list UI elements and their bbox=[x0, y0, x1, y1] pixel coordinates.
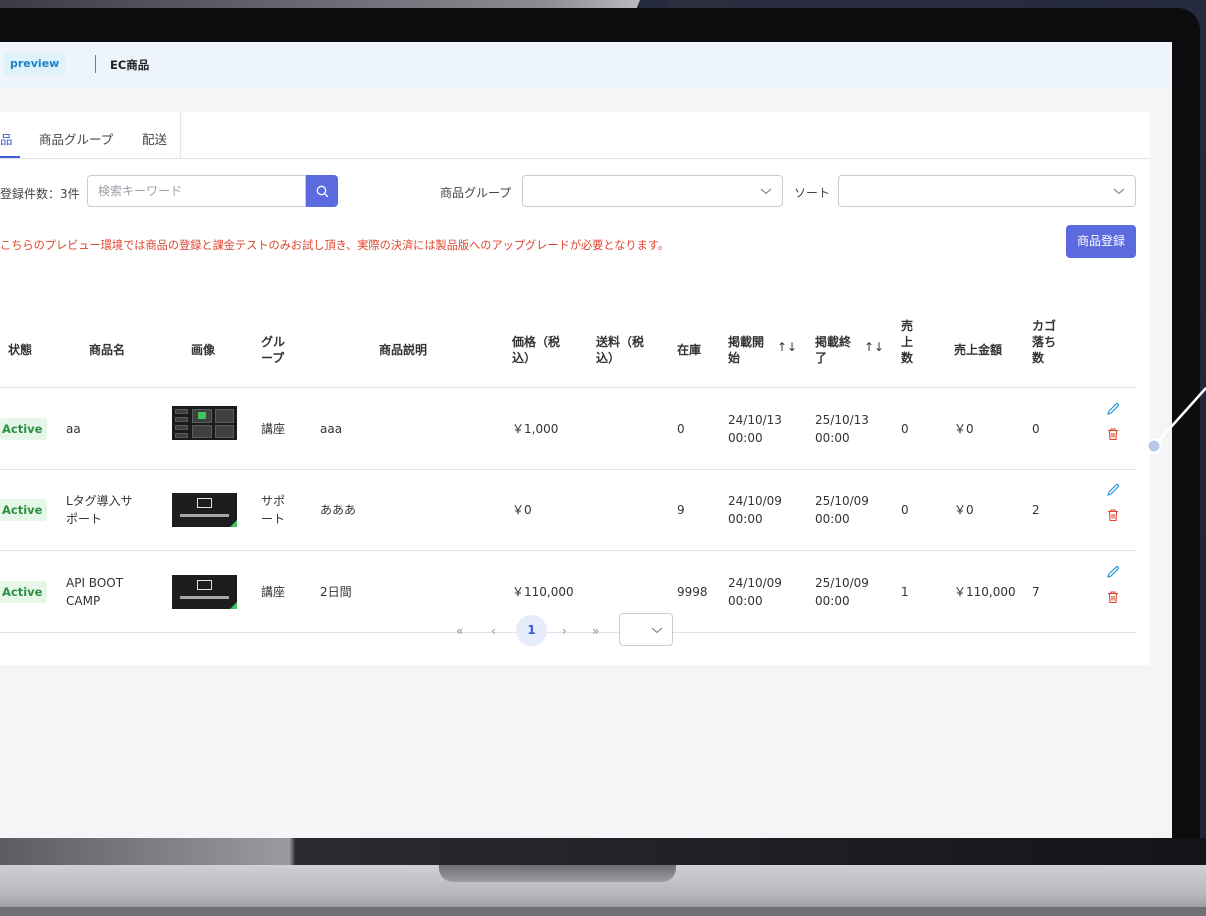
product-group: サポ ート bbox=[261, 494, 286, 526]
trash-icon[interactable] bbox=[1106, 508, 1120, 522]
status-badge: Active bbox=[0, 499, 48, 521]
column-start[interactable]: 掲載開 始 bbox=[728, 334, 764, 366]
current-page[interactable]: 1 bbox=[516, 615, 547, 646]
sort-icon[interactable]: ↑↓ bbox=[777, 340, 797, 354]
search-icon bbox=[316, 185, 328, 197]
callout-connector bbox=[1146, 387, 1206, 454]
abandoned-count: 7 bbox=[1032, 585, 1040, 599]
abandoned-count: 2 bbox=[1032, 503, 1040, 517]
register-product-button[interactable]: 商品登録 bbox=[1066, 225, 1136, 258]
publish-start: 24/10/13 00:00 bbox=[728, 413, 782, 445]
sales-amount: ￥0 bbox=[954, 422, 974, 436]
trash-icon[interactable] bbox=[1106, 427, 1120, 441]
search-button[interactable] bbox=[306, 175, 338, 207]
column-stock: 在庫 bbox=[677, 343, 702, 357]
group-select[interactable] bbox=[522, 175, 783, 207]
column-shipping: 送料（税 込） bbox=[596, 335, 645, 365]
product-description: あああ bbox=[320, 503, 357, 517]
product-thumbnail bbox=[172, 493, 237, 527]
product-price: ￥110,000 bbox=[512, 585, 574, 599]
search-input[interactable]: 検索キーワード bbox=[87, 175, 306, 207]
laptop-bezel-bottom bbox=[0, 838, 1206, 865]
first-page-button[interactable]: « bbox=[456, 624, 463, 638]
column-sold: 売 上 数 bbox=[901, 319, 914, 365]
product-thumbnail bbox=[172, 575, 237, 609]
registered-count: 登録件数：3件 bbox=[0, 187, 80, 201]
product-name: aa bbox=[66, 422, 81, 436]
edit-icon[interactable] bbox=[1106, 565, 1120, 579]
publish-end: 25/10/09 00:00 bbox=[815, 576, 869, 608]
product-description: aaa bbox=[320, 422, 343, 436]
product-stock: 9 bbox=[677, 503, 685, 517]
chevron-down-icon bbox=[1113, 188, 1125, 195]
active-tab-indicator bbox=[0, 156, 20, 158]
tab-bar: 品 商品グループ 配送 bbox=[0, 112, 1150, 159]
product-description: 2日間 bbox=[320, 585, 352, 599]
product-stock: 0 bbox=[677, 422, 685, 436]
page-title: EC商品 bbox=[110, 58, 150, 72]
laptop-screen: preview EC商品 品 商品グループ 配送 登録件数：3件 検索キーワード… bbox=[0, 42, 1172, 838]
prev-page-button[interactable]: ‹ bbox=[491, 624, 496, 638]
product-price: ￥0 bbox=[512, 503, 532, 517]
product-group: 講座 bbox=[261, 585, 286, 599]
group-filter-label: 商品グループ bbox=[440, 186, 512, 200]
row-divider bbox=[0, 387, 1136, 388]
publish-start: 24/10/09 00:00 bbox=[728, 494, 782, 526]
sold-count: 0 bbox=[901, 422, 909, 436]
product-stock: 9998 bbox=[677, 585, 708, 599]
publish-end: 25/10/13 00:00 bbox=[815, 413, 869, 445]
sales-amount: ￥0 bbox=[954, 503, 974, 517]
row-divider bbox=[0, 469, 1136, 470]
status-badge: Active bbox=[0, 418, 48, 440]
column-status: 状態 bbox=[8, 343, 33, 357]
publish-end: 25/10/09 00:00 bbox=[815, 494, 869, 526]
product-name: API BOOT CAMP bbox=[66, 576, 124, 608]
preview-badge: preview bbox=[4, 53, 66, 75]
sold-count: 1 bbox=[901, 585, 909, 599]
product-name: Lタグ導入サ ポート bbox=[66, 494, 133, 526]
laptop-base-edge bbox=[0, 907, 1206, 916]
sort-select[interactable] bbox=[838, 175, 1136, 207]
trash-icon[interactable] bbox=[1106, 590, 1120, 604]
products-card: 品 商品グループ 配送 登録件数：3件 検索キーワード 商品グループ ソート こ… bbox=[0, 112, 1150, 665]
tab-divider bbox=[180, 112, 181, 159]
abandoned-count: 0 bbox=[1032, 422, 1040, 436]
column-image: 画像 bbox=[191, 343, 216, 357]
page-size-select[interactable] bbox=[619, 613, 673, 646]
column-group: グル ープ bbox=[261, 335, 286, 365]
sales-amount: ￥110,000 bbox=[954, 585, 1016, 599]
row-divider bbox=[0, 550, 1136, 551]
product-price: ￥1,000 bbox=[512, 422, 559, 436]
laptop-hinge-notch bbox=[439, 865, 676, 882]
tab-products[interactable]: 品 bbox=[0, 129, 13, 148]
chevron-down-icon bbox=[651, 627, 663, 634]
product-thumbnail bbox=[172, 406, 237, 440]
sort-label: ソート bbox=[794, 186, 831, 200]
last-page-button[interactable]: » bbox=[592, 624, 599, 638]
app-header: preview EC商品 bbox=[0, 42, 1172, 88]
publish-start: 24/10/09 00:00 bbox=[728, 576, 782, 608]
status-badge: Active bbox=[0, 581, 48, 603]
header-divider bbox=[95, 55, 96, 73]
row-divider bbox=[0, 632, 1136, 633]
column-price: 価格（税 込） bbox=[512, 335, 561, 365]
column-name: 商品名 bbox=[89, 343, 126, 357]
column-abandoned: カゴ 落ち 数 bbox=[1032, 319, 1057, 365]
preview-notice: こちらのプレビュー環境では商品の登録と課金テストのみお試し頂き、実際の決済には製… bbox=[0, 239, 670, 252]
column-sales-amount: 売上金額 bbox=[954, 343, 1003, 357]
next-page-button[interactable]: › bbox=[562, 624, 567, 638]
column-description: 商品説明 bbox=[379, 343, 428, 357]
sold-count: 0 bbox=[901, 503, 909, 517]
chevron-down-icon bbox=[760, 188, 772, 195]
tab-product-groups[interactable]: 商品グループ bbox=[39, 129, 113, 148]
tab-shipping[interactable]: 配送 bbox=[142, 129, 167, 148]
product-group: 講座 bbox=[261, 422, 286, 436]
edit-icon[interactable] bbox=[1106, 402, 1120, 416]
column-end[interactable]: 掲載終 了 bbox=[815, 334, 851, 366]
sort-icon[interactable]: ↑↓ bbox=[864, 340, 884, 354]
edit-icon[interactable] bbox=[1106, 483, 1120, 497]
